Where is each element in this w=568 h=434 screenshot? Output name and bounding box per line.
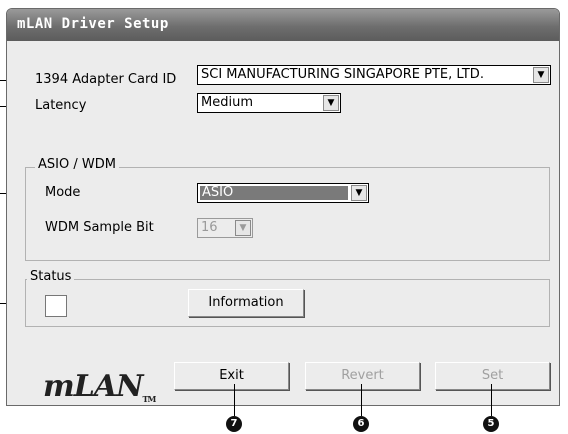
title-bar[interactable]: mLAN Driver Setup [7,9,559,41]
exit-button[interactable]: Exit [174,362,289,390]
wdm-sample-bit-label: WDM Sample Bit [45,220,154,235]
logo-trademark: TM [142,394,157,404]
revert-button[interactable]: Revert [305,362,420,390]
mlan-logo: mLANTM [43,369,157,404]
asio-wdm-caption: ASIO / WDM [35,157,119,172]
adapter-select[interactable]: SCI MANUFACTURING SINGAPORE PTE, LTD. ▼ [197,65,551,85]
adapter-value: SCI MANUFACTURING SINGAPORE PTE, LTD. [201,67,484,82]
adapter-label: 1394 Adapter Card ID [35,72,177,87]
logo-text: mLAN [43,369,144,404]
pointer-revert [361,384,362,416]
callout-6: 6 [353,416,369,432]
wdm-sample-bit-value: 16 [201,220,218,235]
callout-5: 5 [483,416,499,432]
latency-value: Medium [201,95,253,110]
mode-label: Mode [45,185,81,200]
set-button[interactable]: Set [435,362,550,390]
mode-value: ASIO [200,186,348,200]
mode-select[interactable]: ASIO ▼ [197,183,369,203]
status-indicator [45,295,67,317]
callout-7: 7 [226,416,242,432]
status-caption: Status [27,269,75,284]
information-button[interactable]: Information [188,289,304,317]
wdm-sample-bit-select[interactable]: 16 ▼ [197,218,253,238]
dropdown-arrow-icon[interactable]: ▼ [235,220,251,236]
latency-select[interactable]: Medium ▼ [197,93,341,113]
dropdown-arrow-icon[interactable]: ▼ [323,95,339,111]
pointer-exit [234,384,235,416]
dropdown-arrow-icon[interactable]: ▼ [351,185,367,201]
latency-label: Latency [35,98,87,113]
window-title: mLAN Driver Setup [17,16,169,32]
mlan-driver-setup-dialog: mLAN Driver Setup 1394 Adapter Card ID S… [6,8,560,406]
pointer-set [491,384,492,416]
asio-wdm-group [25,167,550,261]
dropdown-arrow-icon[interactable]: ▼ [533,67,549,83]
